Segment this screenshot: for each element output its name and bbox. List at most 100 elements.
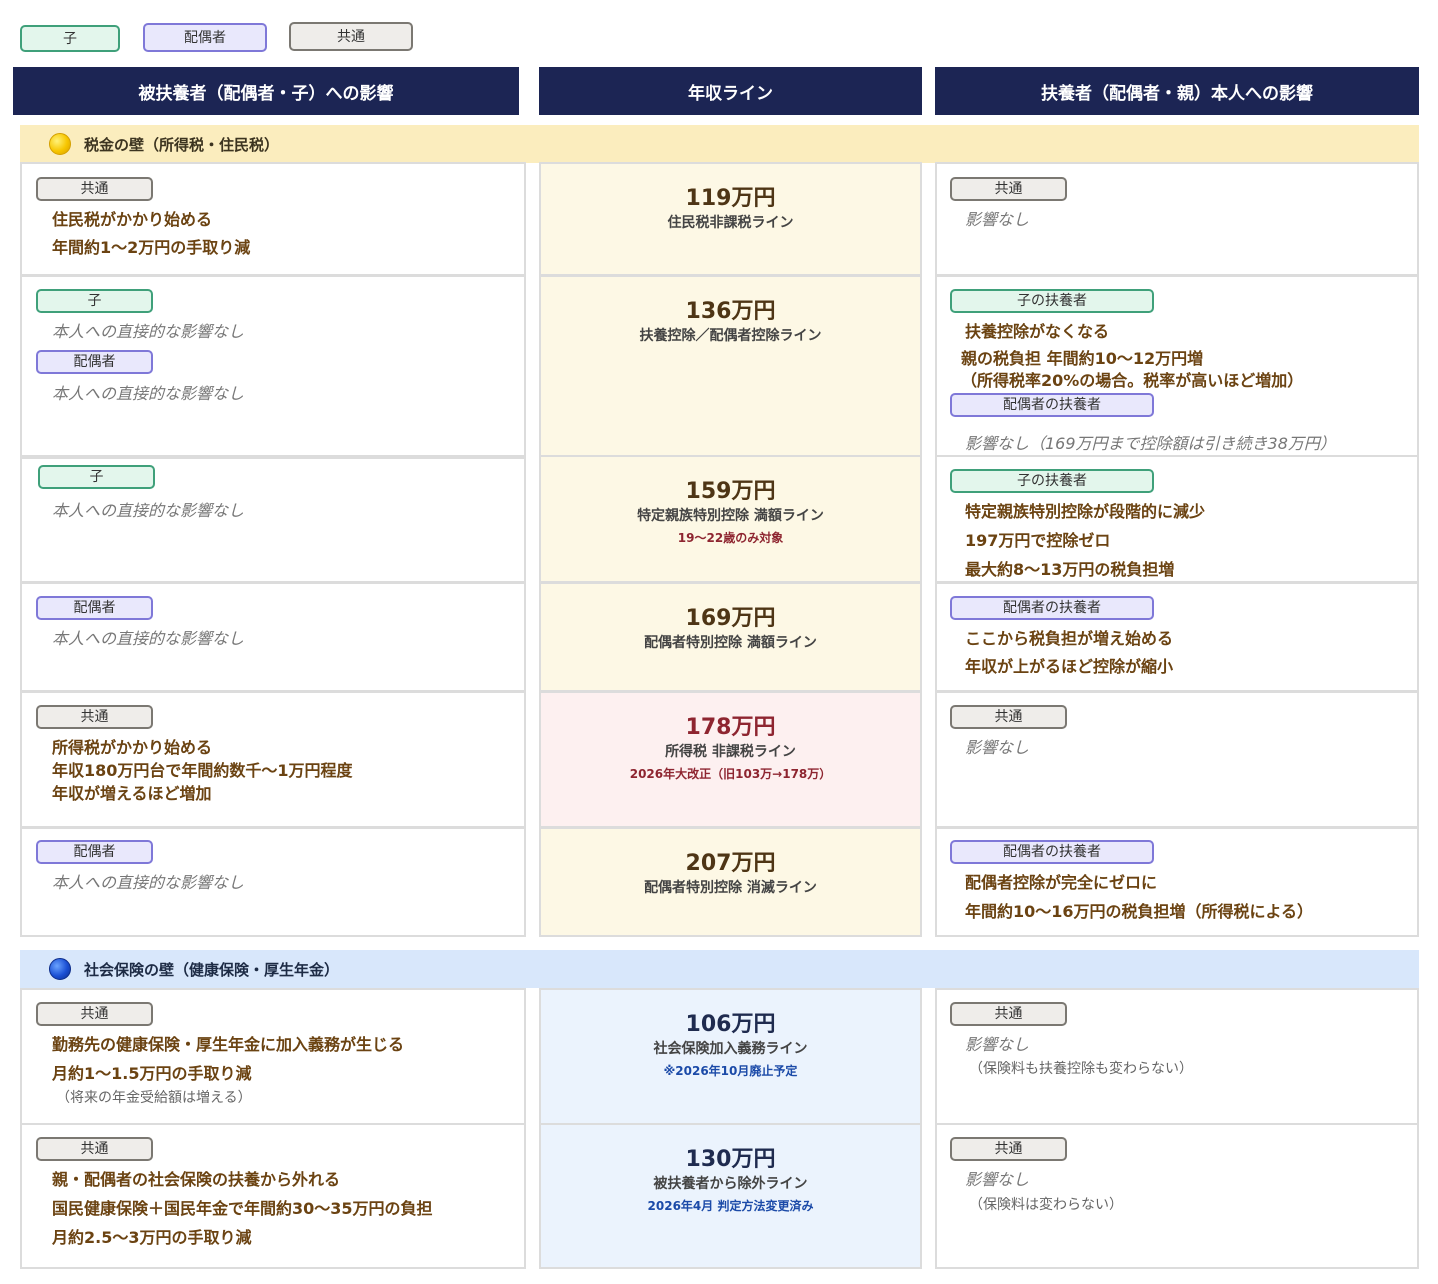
amount: 178万円 [685,715,776,740]
no-impact-text: 本人への直接的な影響なし [52,322,245,341]
impact-text: 年間約10～16万円の税負担増（所得税による） [965,902,1314,921]
tax-section-band: 税金の壁（所得税・住民税） [20,125,1419,163]
social-section-title: 社会保険の壁（健康保険・厚生年金） [84,960,340,979]
impact-text: 月約1～1.5万円の手取り減 [52,1064,252,1083]
no-impact-text: 本人への直接的な影響なし [52,873,245,892]
row-178-threshold: 178万円 所得税 非課税ライン 2026年大改正（旧103万→178万） [539,691,922,828]
impact-text: 年収が上がるほど控除が縮小 [965,657,1174,676]
row-136-threshold: 136万円 扶養控除／配偶者控除ライン [539,275,922,457]
legend-child-tag: 子 [20,25,120,52]
impact-text: 所得税がかかり始める [52,738,213,757]
impact-text: 特定親族特別控除が段階的に減少 [965,502,1206,521]
header-left: 被扶養者（配偶者・子）への影響 [13,67,519,115]
impact-text: （所得税率20%の場合。税率が高いほど増加） [961,371,1304,390]
row-106-right: 共通 影響なし （保険料も扶養控除も変わらない） [935,988,1419,1125]
impact-text: 最大約8～13万円の税負担増 [965,560,1175,579]
header-middle: 年収ライン [539,67,922,115]
blue-circle-icon [49,958,71,980]
spouse-tag: 配偶者 [36,596,153,620]
impact-text: 扶養控除がなくなる [965,322,1110,341]
impact-text: 国民健康保険＋国民年金で年間約30～35万円の負担 [52,1199,433,1218]
supplementary-note: （将来の年金受給額は増える） [56,1090,252,1106]
child-tag: 子 [36,289,153,313]
row-106-threshold: 106万円 社会保険加入義務ライン ※2026年10月廃止予定 [539,988,922,1125]
row-136-left: 子 本人への直接的な影響なし 配偶者 本人への直接的な影響なし [20,275,526,457]
row-119-right: 共通 影響なし [935,162,1419,276]
legend-spouse-tag: 配偶者 [143,23,267,52]
impact-text: 住民税がかかり始める [52,210,213,229]
amount: 119万円 [685,186,776,211]
supplementary-note: （保険料は変わらない） [969,1197,1123,1213]
common-tag: 共通 [950,705,1067,729]
impact-text: 配偶者控除が完全にゼロに [965,873,1158,892]
no-impact-text: 本人への直接的な影響なし [52,384,245,403]
social-section-band: 社会保険の壁（健康保険・厚生年金） [20,950,1419,988]
line-label: 配偶者特別控除 消滅ライン [644,880,817,896]
supplementary-note: （保険料も扶養控除も変わらない） [969,1061,1193,1077]
child-dependent-tag: 子の扶養者 [950,469,1154,493]
row-130-threshold: 130万円 被扶養者から除外ライン 2026年4月 判定方法変更済み [539,1123,922,1269]
no-impact-text: 影響なし [965,1035,1030,1054]
row-169-left: 配偶者 本人への直接的な影響なし [20,582,526,692]
line-label: 特定親族特別控除 満額ライン [637,508,824,524]
amount: 136万円 [685,299,776,324]
impact-text: 親・配偶者の社会保険の扶養から外れる [52,1170,341,1189]
row-159-threshold: 159万円 特定親族特別控除 満額ライン 19～22歳のみ対象 [539,455,922,583]
common-tag: 共通 [36,177,153,201]
impact-text: 年間約1～2万円の手取り減 [52,238,251,257]
row-136-right: 子の扶養者 扶養控除がなくなる 親の税負担 年間約10～12万円増 （所得税率2… [935,275,1419,457]
row-130-left: 共通 親・配偶者の社会保険の扶養から外れる 国民健康保険＋国民年金で年間約30～… [20,1123,526,1269]
no-impact-text: 影響なし（169万円まで控除額は引き続き38万円） [965,434,1336,453]
spouse-tag: 配偶者 [36,840,153,864]
row-178-left: 共通 所得税がかかり始める 年収180万円台で年間約数千～1万円程度 年収が増え… [20,691,526,828]
common-tag: 共通 [36,1137,153,1161]
line-label: 被扶養者から除外ライン [653,1176,808,1192]
line-label: 配偶者特別控除 満額ライン [644,635,817,651]
amount: 130万円 [685,1147,776,1172]
amount: 159万円 [685,479,776,504]
row-119-threshold: 119万円 住民税非課税ライン [539,162,922,276]
common-tag: 共通 [36,1002,153,1026]
row-130-right: 共通 影響なし （保険料は変わらない） [935,1123,1419,1269]
spouse-tag: 配偶者 [36,350,153,374]
impact-text: ここから税負担が増え始める [965,629,1174,648]
amount: 169万円 [685,606,776,631]
amount: 106万円 [685,1012,776,1037]
row-207-left: 配偶者 本人への直接的な影響なし [20,827,526,937]
child-dependent-tag: 子の扶養者 [950,289,1154,313]
no-impact-text: 影響なし [965,210,1030,229]
change-note: 2026年4月 判定方法変更済み [647,1199,814,1213]
no-impact-text: 影響なし [965,1170,1030,1189]
spouse-dependent-tag: 配偶者の扶養者 [950,393,1154,417]
spouse-dependent-tag: 配偶者の扶養者 [950,596,1154,620]
line-label: 所得税 非課税ライン [665,744,796,760]
impact-text: 月約2.5～3万円の手取り減 [52,1228,252,1247]
row-178-right: 共通 影響なし [935,691,1419,828]
impact-text: 親の税負担 年間約10～12万円増 [961,349,1204,368]
common-tag: 共通 [950,1002,1067,1026]
header-right: 扶養者（配偶者・親）本人への影響 [935,67,1419,115]
line-label: 社会保険加入義務ライン [653,1041,808,1057]
line-label: 住民税非課税ライン [667,215,794,231]
no-impact-text: 本人への直接的な影響なし [52,501,245,520]
impact-text: 197万円で控除ゼロ [965,531,1111,550]
row-159-right: 子の扶養者 特定親族特別控除が段階的に減少 197万円で控除ゼロ 最大約8～13… [935,455,1419,583]
no-impact-text: 本人への直接的な影響なし [52,629,245,648]
spouse-dependent-tag: 配偶者の扶養者 [950,840,1154,864]
row-106-left: 共通 勤務先の健康保険・厚生年金に加入義務が生じる 月約1～1.5万円の手取り減… [20,988,526,1125]
line-label: 扶養控除／配偶者控除ライン [639,328,822,344]
common-tag: 共通 [950,177,1067,201]
child-tag: 子 [38,465,155,489]
legend-common-tag: 共通 [289,22,413,51]
age-note: 19～22歳のみ対象 [677,531,784,545]
tax-section-title: 税金の壁（所得税・住民税） [84,135,280,154]
row-207-threshold: 207万円 配偶者特別控除 消滅ライン [539,827,922,937]
row-119-left: 共通 住民税がかかり始める 年間約1～2万円の手取り減 [20,162,526,276]
impact-text: 勤務先の健康保険・厚生年金に加入義務が生じる [52,1035,405,1054]
common-tag: 共通 [950,1137,1067,1161]
row-207-right: 配偶者の扶養者 配偶者控除が完全にゼロに 年間約10～16万円の税負担増（所得税… [935,827,1419,937]
impact-text: 年収180万円台で年間約数千～1万円程度 [52,761,353,780]
row-159-left: 子 本人への直接的な影響なし [20,457,526,583]
row-169-threshold: 169万円 配偶者特別控除 満額ライン [539,582,922,692]
amount: 207万円 [685,851,776,876]
